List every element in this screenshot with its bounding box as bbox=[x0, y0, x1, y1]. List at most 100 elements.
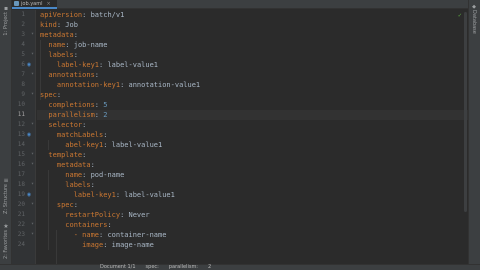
tab-job-yaml[interactable]: job.yaml × bbox=[12, 0, 57, 9]
code-line[interactable]: template: bbox=[40, 150, 86, 160]
gutter-link-icon[interactable]: ◉ bbox=[26, 62, 32, 68]
fold-toggle-icon[interactable]: ▾ bbox=[31, 122, 36, 127]
line-number: 1 bbox=[21, 11, 25, 18]
breadcrumb-document[interactable]: Document 1/1 bbox=[100, 264, 136, 270]
code-line[interactable]: name: pod-name bbox=[40, 170, 124, 180]
yaml-key: template bbox=[40, 151, 83, 159]
editor-gutter[interactable]: 1 2 3 4 5 6 7 8 9 10 11 12 13 14 15 16 17 18 19 20 21 22 23 24 ▾… bbox=[12, 10, 36, 264]
line-number: 12 bbox=[17, 121, 25, 128]
yaml-key: kind bbox=[40, 21, 57, 29]
line-number: 11 bbox=[17, 111, 25, 118]
project-tool-tab[interactable]: ▪ 1: Project bbox=[1, 4, 11, 36]
yaml-value: : bbox=[90, 181, 95, 189]
code-line[interactable]: image: image-name bbox=[40, 240, 154, 250]
code-line[interactable]: annotation-key1: annotation-value1 bbox=[40, 80, 200, 90]
yaml-key: abel-key1 bbox=[40, 141, 104, 149]
yaml-key: image bbox=[40, 241, 104, 249]
yaml-value: : Never bbox=[120, 211, 150, 219]
scrollbar-thumb[interactable] bbox=[464, 12, 467, 212]
yaml-key: labels bbox=[40, 51, 74, 59]
yaml-value: : bbox=[94, 101, 104, 109]
yaml-key: parallelism bbox=[40, 111, 95, 119]
code-line[interactable]: metadata: bbox=[40, 30, 78, 40]
yaml-value: : bbox=[73, 51, 78, 59]
code-line[interactable]: restartPolicy: Never bbox=[40, 210, 150, 220]
fold-toggle-icon[interactable]: ▾ bbox=[31, 152, 36, 157]
breadcrumb-parallelism[interactable]: parallelism: bbox=[169, 264, 198, 270]
fold-toggle-icon[interactable]: ▾ bbox=[31, 202, 36, 207]
fold-toggle-icon[interactable]: ▾ bbox=[31, 222, 36, 227]
yaml-key: metadata bbox=[40, 161, 91, 169]
tab-filename: job.yaml bbox=[21, 0, 43, 7]
close-tab-icon[interactable]: × bbox=[47, 1, 51, 7]
code-line[interactable]: spec: bbox=[40, 90, 61, 100]
yaml-key: selector bbox=[40, 121, 83, 129]
code-line[interactable]: abel-key1: label-value1 bbox=[40, 140, 162, 150]
code-line[interactable]: labels: bbox=[40, 50, 78, 60]
vertical-scrollbar[interactable] bbox=[463, 10, 468, 264]
code-line[interactable]: matchLabels: bbox=[40, 130, 108, 140]
code-line[interactable]: parallelism: 2 bbox=[40, 110, 107, 120]
yaml-key: labels bbox=[40, 181, 91, 189]
code-line[interactable]: label-key1: label-value1 bbox=[40, 60, 158, 70]
right-tool-strip: ◆ Database bbox=[468, 0, 480, 264]
gutter-link-icon[interactable]: ◉ bbox=[26, 192, 32, 198]
fold-toggle-icon[interactable]: ▾ bbox=[31, 92, 36, 97]
yaml-value: : bbox=[94, 71, 100, 79]
fold-toggle-icon[interactable]: ▾ bbox=[31, 32, 36, 37]
code-line[interactable]: - name: container-name bbox=[40, 230, 167, 240]
fold-toggle-icon[interactable]: ▾ bbox=[31, 182, 36, 187]
gutter-link-icon[interactable]: ◉ bbox=[26, 132, 32, 138]
editor-tab-bar: job.yaml × bbox=[12, 0, 468, 9]
line-number: 13 bbox=[17, 131, 25, 138]
favorites-tool-tab[interactable]: ★ 2: Favorites bbox=[1, 222, 11, 260]
line-number: 19 bbox=[17, 191, 25, 198]
fold-toggle-icon[interactable]: ▾ bbox=[31, 232, 36, 237]
yaml-value: : job-name bbox=[65, 41, 108, 49]
code-line[interactable]: labels: bbox=[40, 180, 95, 190]
yaml-value: : label-value1 bbox=[99, 61, 159, 69]
code-line[interactable]: completions: 5 bbox=[40, 100, 107, 110]
structure-tool-tab[interactable]: ≡ Z: Structure bbox=[1, 176, 11, 214]
line-number: 5 bbox=[21, 51, 25, 58]
yaml-value: : image-name bbox=[103, 241, 154, 249]
code-line[interactable]: apiVersion: batch/v1 bbox=[40, 10, 124, 20]
fold-toggle-icon[interactable]: ▾ bbox=[31, 162, 36, 167]
yaml-key: - name bbox=[40, 231, 100, 239]
yaml-value: : bbox=[94, 111, 104, 119]
line-number: 8 bbox=[21, 81, 25, 88]
fold-toggle-icon[interactable]: ▾ bbox=[31, 52, 36, 57]
code-line[interactable]: name: job-name bbox=[40, 40, 107, 50]
code-line[interactable]: selector: bbox=[40, 120, 86, 130]
breadcrumb-value[interactable]: 2 bbox=[208, 264, 211, 270]
yaml-key: annotation-key1 bbox=[40, 81, 121, 89]
yaml-key: annotations bbox=[40, 71, 95, 79]
line-number: 16 bbox=[17, 161, 25, 168]
breadcrumb-spec[interactable]: spec: bbox=[146, 264, 159, 270]
yaml-value: : annotation-value1 bbox=[120, 81, 201, 89]
yaml-value: : bbox=[82, 121, 87, 129]
yaml-key: completions bbox=[40, 101, 95, 109]
code-line[interactable]: label-key1: label-value1 bbox=[40, 190, 175, 200]
code-line[interactable]: kind: Job bbox=[40, 20, 78, 30]
database-tool-tab[interactable]: ◆ Database bbox=[469, 4, 479, 34]
line-number: 4 bbox=[21, 41, 25, 48]
code-line[interactable]: annotations: bbox=[40, 70, 99, 80]
yaml-number: 5 bbox=[103, 101, 108, 109]
yaml-value: : pod-name bbox=[82, 171, 125, 179]
line-number: 3 bbox=[21, 31, 25, 38]
project-tool-label: 1: Project bbox=[3, 12, 9, 36]
line-number: 18 bbox=[17, 181, 25, 188]
code-editor[interactable]: apiVersion: batch/v1 kind: Job metadata: n… bbox=[37, 10, 468, 264]
code-line[interactable]: containers: bbox=[40, 220, 111, 230]
code-line[interactable]: metadata: bbox=[40, 160, 95, 170]
line-number: 10 bbox=[17, 101, 25, 108]
yaml-value: : container-name bbox=[99, 231, 167, 239]
yaml-value: : label-value1 bbox=[103, 141, 163, 149]
yaml-key: metadata bbox=[40, 31, 74, 39]
line-number: 15 bbox=[17, 151, 25, 158]
fold-toggle-icon[interactable]: ▾ bbox=[31, 72, 36, 77]
line-number: 24 bbox=[17, 241, 25, 248]
yaml-value: : label-value1 bbox=[115, 191, 175, 199]
code-line[interactable]: spec: bbox=[40, 200, 78, 210]
